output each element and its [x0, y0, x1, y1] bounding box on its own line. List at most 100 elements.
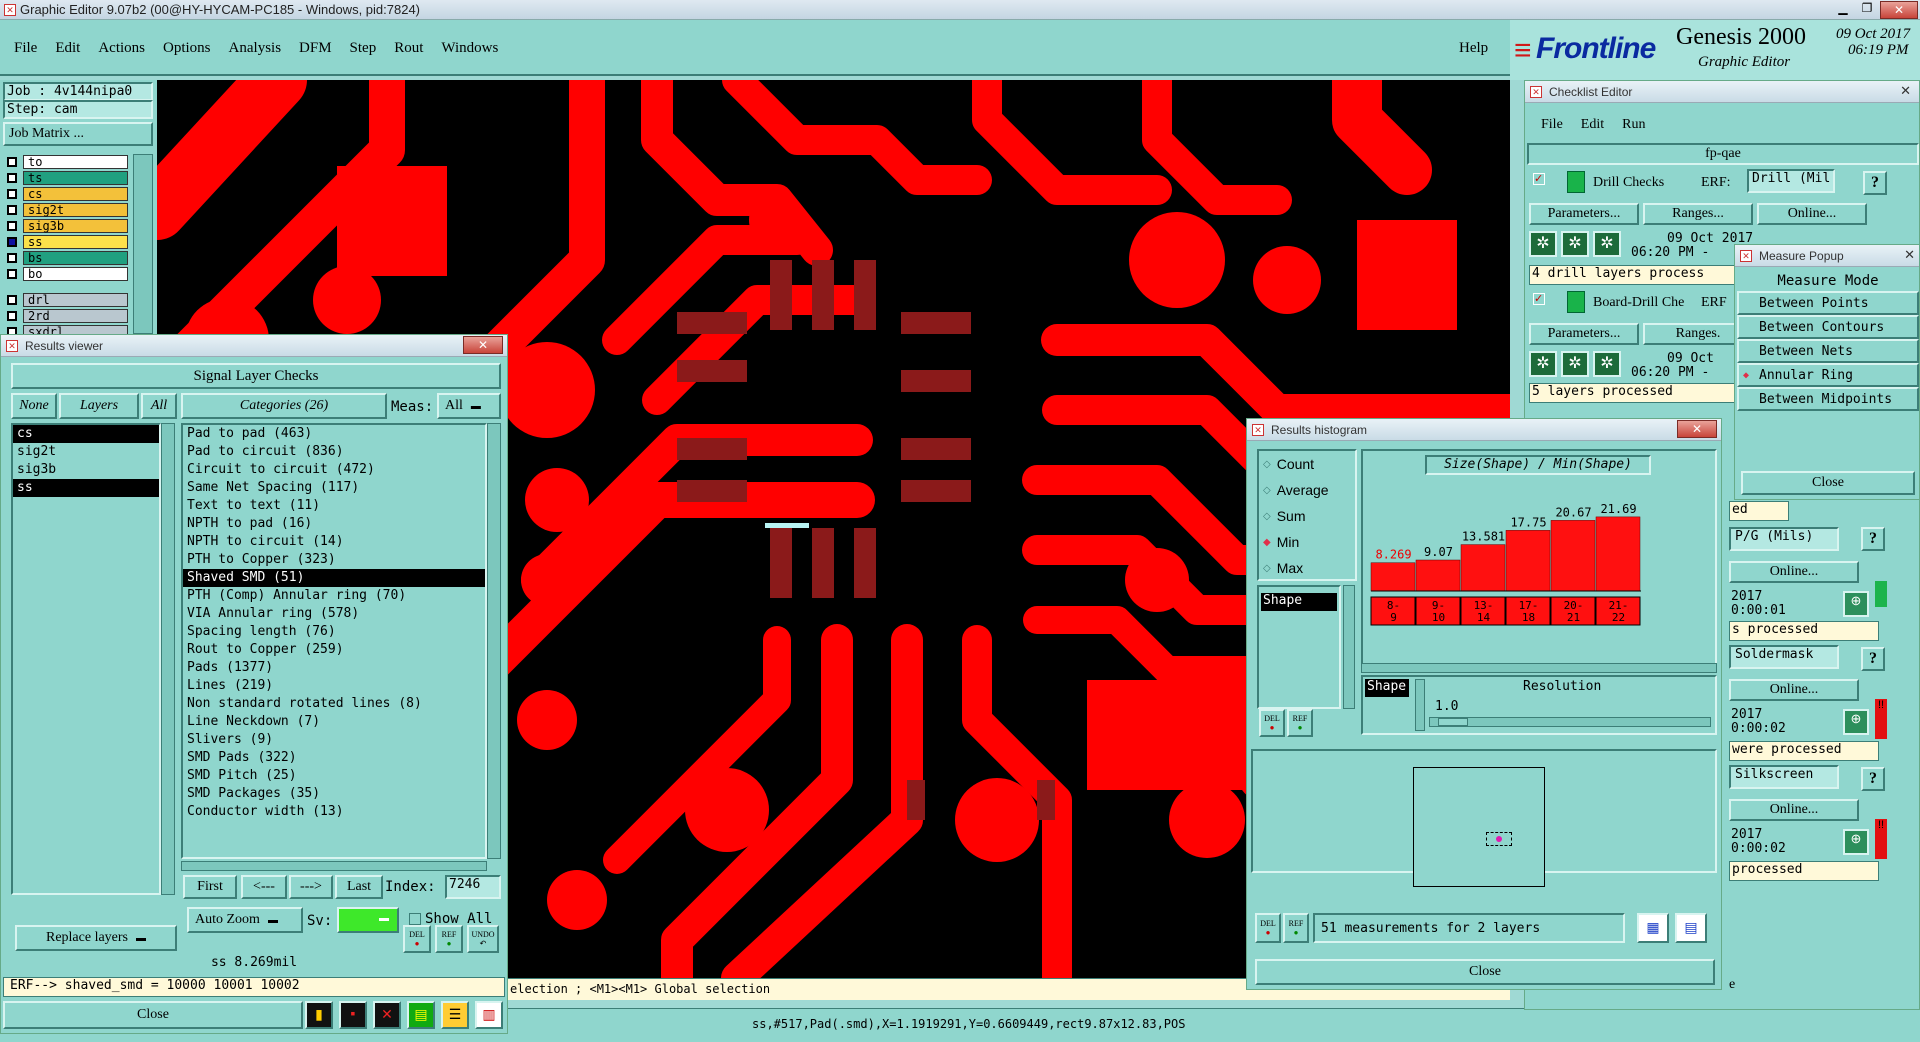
r3-help-button[interactable]: ? [1861, 527, 1885, 551]
menu-help[interactable]: Help [1459, 40, 1488, 57]
layer-name[interactable]: bo [23, 267, 128, 281]
measure-mode-option[interactable]: ◆ Between Midpoints [1737, 387, 1919, 411]
r5-online-button[interactable]: Online... [1729, 799, 1859, 821]
prev-button[interactable]: <--- [241, 875, 287, 899]
checklist-menu-edit[interactable]: Edit [1581, 117, 1604, 133]
r5-erf-field[interactable]: Silkscreen [1729, 765, 1839, 789]
run-icon[interactable]: ✲ [1529, 351, 1557, 377]
menu-edit[interactable]: Edit [55, 40, 80, 57]
none-button[interactable]: None [11, 393, 57, 419]
layer-results-list[interactable]: cs sig2t sig3b ss [11, 423, 161, 895]
category-item[interactable]: Lines (219) [183, 677, 485, 695]
category-item[interactable]: Slivers (9) [183, 731, 485, 749]
histogram-close-icon[interactable]: ✕ [1677, 420, 1717, 438]
layer-row[interactable]: 2rd [3, 308, 128, 324]
run-icon[interactable]: ✲ [1593, 231, 1621, 257]
category-item[interactable]: NPTH to circuit (14) [183, 533, 485, 551]
board-checkbox[interactable]: ✓ [1533, 293, 1545, 305]
layer-row[interactable]: ss [3, 234, 128, 250]
layer-name[interactable]: sig3b [23, 219, 128, 233]
category-item[interactable]: Same Net Spacing (117) [183, 479, 485, 497]
layer-name[interactable]: drl [23, 293, 128, 307]
resolution-scrollbar[interactable] [1415, 679, 1425, 731]
drill-parameters-button[interactable]: Parameters... [1529, 203, 1639, 225]
category-item[interactable]: SMD Pads (322) [183, 749, 485, 767]
highlight-icon[interactable]: ▮ [305, 1001, 333, 1029]
layer-row[interactable]: bo [3, 266, 128, 282]
measure-close-icon[interactable]: ✕ [1904, 247, 1915, 263]
first-button[interactable]: First [183, 875, 237, 899]
layer-name[interactable]: to [23, 155, 128, 169]
drill-checkbox[interactable]: ✓ [1533, 173, 1545, 185]
drill-checks-label[interactable]: Drill Checks [1593, 175, 1664, 191]
field-scrollbar[interactable] [1343, 585, 1355, 709]
chart-hscrollbar[interactable] [1361, 663, 1717, 673]
measure-mode-option[interactable]: ◆ Between Points [1737, 291, 1919, 315]
menu-windows[interactable]: Windows [441, 40, 498, 57]
checklist-close-icon[interactable]: ✕ [1900, 83, 1911, 99]
layer-checkbox[interactable] [7, 157, 17, 167]
resolution-slider[interactable] [1429, 717, 1711, 727]
layer-checkbox[interactable] [7, 221, 17, 231]
board-checks-label[interactable]: Board-Drill Che [1593, 295, 1684, 311]
auto-zoom-select[interactable]: Auto Zoom ▬ [187, 907, 303, 933]
histogram-bar[interactable] [1370, 562, 1416, 592]
field-list-item[interactable]: Shape [1261, 593, 1337, 611]
layer-checkbox[interactable] [7, 295, 17, 305]
histogram-bar[interactable] [1505, 530, 1551, 592]
layer-result-item[interactable]: sig3b [13, 461, 159, 479]
category-hscrollbar[interactable] [181, 861, 487, 871]
category-item[interactable]: Shaved SMD (51) [183, 569, 485, 587]
menu-rout[interactable]: Rout [394, 40, 423, 57]
measure-mode-option[interactable]: ◆ Annular Ring [1737, 363, 1919, 387]
drill-online-button[interactable]: Online... [1757, 203, 1867, 225]
menu-options[interactable]: Options [163, 40, 211, 57]
maximize-icon[interactable]: ❐ [1856, 1, 1878, 17]
measure-mode-option[interactable]: ◆ Between Contours [1737, 315, 1919, 339]
aggregate-option[interactable]: ◇ Average [1259, 477, 1355, 503]
histogram-svg[interactable]: 8.2698-99.079-1013.58113-1417.7517-1820.… [1367, 479, 1713, 669]
sv-color-select[interactable]: ▬ [337, 907, 399, 933]
report-view-icon[interactable]: ▤ [1675, 913, 1707, 943]
layers-button[interactable]: Layers [59, 393, 139, 419]
category-item[interactable]: Pad to pad (463) [183, 425, 485, 443]
layer-row[interactable]: ts [3, 170, 128, 186]
layer-row[interactable]: cs [3, 186, 128, 202]
next-button[interactable]: ---> [289, 875, 333, 899]
r4-help-button[interactable]: ? [1861, 647, 1885, 671]
export-icon[interactable]: ▦ [1637, 913, 1669, 943]
category-item[interactable]: Line Neckdown (7) [183, 713, 485, 731]
category-scrollbar[interactable] [487, 423, 501, 859]
minimize-icon[interactable]: ▁ [1832, 1, 1854, 17]
category-item[interactable]: Conductor width (13) [183, 803, 485, 821]
menu-file[interactable]: File [14, 40, 37, 57]
run-icon[interactable]: ✲ [1593, 351, 1621, 377]
aggregate-option[interactable]: ◇ Count [1259, 451, 1355, 477]
r3-erf-field[interactable]: P/G (Mils) [1729, 527, 1839, 551]
last-button[interactable]: Last [335, 875, 383, 899]
cross-icon[interactable]: ✕ [373, 1001, 401, 1029]
category-item[interactable]: Rout to Copper (259) [183, 641, 485, 659]
checklist-menu-run[interactable]: Run [1622, 117, 1645, 133]
layer-name[interactable]: bs [23, 251, 128, 265]
field-list[interactable]: Shape [1257, 585, 1341, 709]
layer-name[interactable]: sig2t [23, 203, 128, 217]
layer-row[interactable]: sig3b [3, 218, 128, 234]
layer-checkbox[interactable] [7, 269, 17, 279]
histogram-close-button[interactable]: Close [1255, 959, 1715, 985]
results-close-icon[interactable]: ✕ [463, 336, 503, 354]
measure-mode-option[interactable]: ◆ Between Nets [1737, 339, 1919, 363]
histogram-bar[interactable] [1595, 516, 1641, 592]
layer-checkbox[interactable] [7, 253, 17, 263]
layer-result-item[interactable]: ss [13, 479, 159, 497]
r5-help-button[interactable]: ? [1861, 767, 1885, 791]
hist-bottom-ref-button[interactable]: REF ● [1283, 913, 1309, 943]
category-item[interactable]: VIA Annular ring (578) [183, 605, 485, 623]
sheet-icon[interactable]: ▤ [407, 1001, 435, 1029]
layer-row[interactable]: drl [3, 292, 128, 308]
layer-checkbox[interactable] [7, 311, 17, 321]
category-item[interactable]: Pads (1377) [183, 659, 485, 677]
category-item[interactable]: SMD Pitch (25) [183, 767, 485, 785]
menu-step[interactable]: Step [350, 40, 377, 57]
ref-button[interactable]: REF ● [435, 925, 463, 953]
